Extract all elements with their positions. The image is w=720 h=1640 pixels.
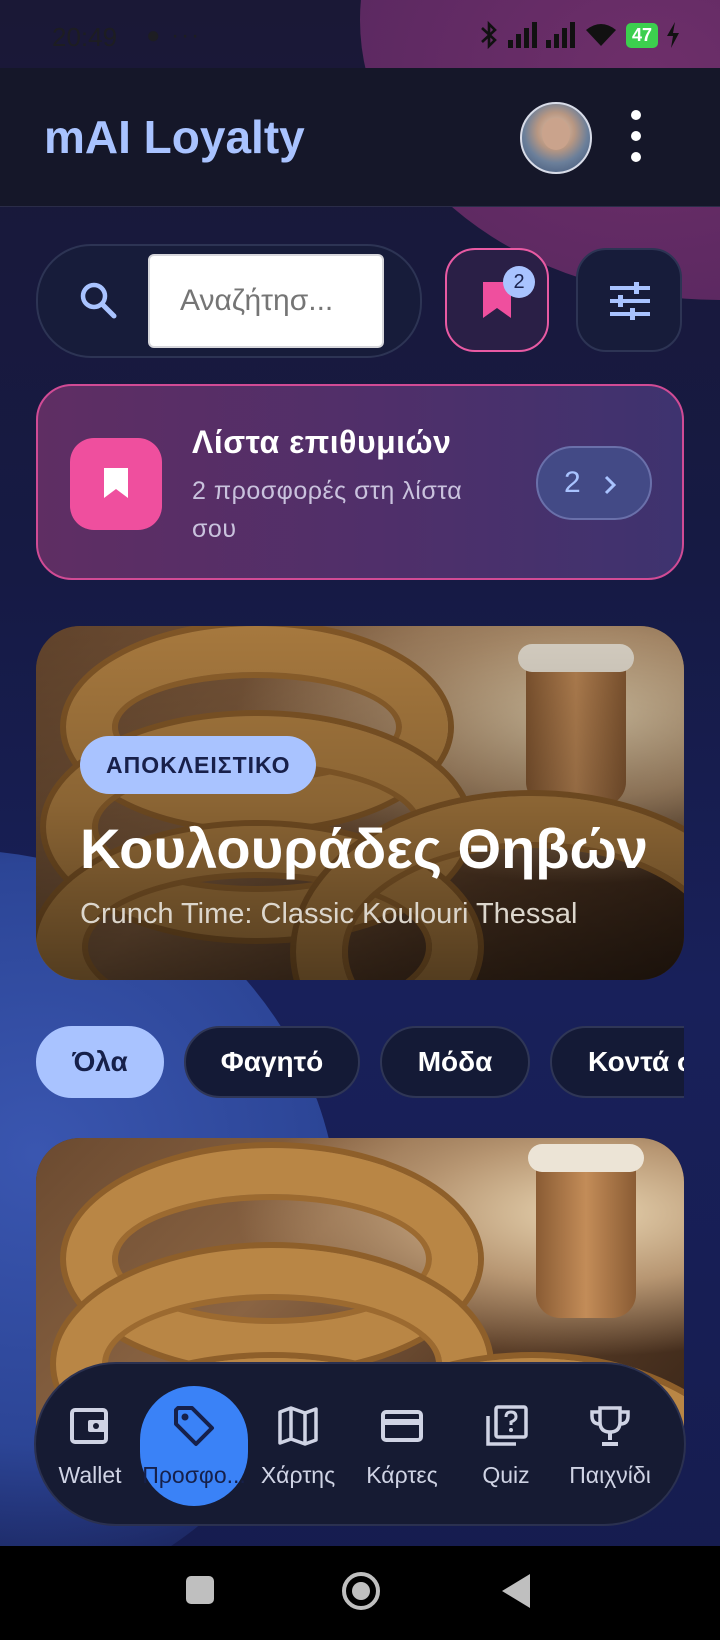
signal-icon-2 (545, 22, 575, 48)
status-time: 20:49 (52, 22, 118, 52)
coffee-cup-lid (528, 1144, 644, 1172)
credit-card-icon (381, 1410, 423, 1442)
bottom-navigation: Wallet Προσφο... Χάρτης Κάρτες Quiz Παιχ… (34, 1362, 686, 1526)
exclusive-badge: ΑΠΟΚΛΕΙΣΤΙΚΟ (80, 736, 317, 794)
wishlist-card[interactable]: Λίστα επιθυμιών 2 προσφορές στη λίστα σο… (36, 384, 684, 580)
tune-icon (610, 282, 650, 320)
nav-label: Προσφο... (142, 1462, 246, 1488)
back-button[interactable] (502, 1574, 530, 1608)
category-chips: Όλα Φαγητό Μόδα Κοντά σ (36, 1026, 684, 1102)
signal-icon (507, 22, 537, 48)
search-input[interactable] (148, 254, 384, 348)
offer-title: Κουλουράδες Θηβών (80, 817, 648, 880)
wallet-icon (70, 1408, 108, 1444)
chip-food[interactable]: Φαγητό (184, 1026, 360, 1098)
nav-label: Παιχνίδι (569, 1462, 651, 1488)
recents-button[interactable] (186, 1576, 214, 1604)
coffee-cup (536, 1158, 636, 1318)
wishlist-title: Λίστα επιθυμιών (192, 424, 452, 460)
battery-indicator: 47 (625, 22, 658, 48)
wishlist-icon-tile (70, 438, 162, 530)
status-right-icons: 47 (478, 20, 680, 50)
wishlist-count: 2 (564, 466, 581, 499)
more-vert-icon[interactable] (620, 110, 652, 162)
home-button[interactable] (342, 1572, 380, 1610)
chevron-right-icon (604, 475, 617, 495)
tag-icon (174, 1406, 214, 1446)
bluetooth-icon (481, 20, 497, 50)
search-icon[interactable] (78, 280, 118, 320)
wifi-icon (585, 24, 616, 46)
map-icon (278, 1406, 318, 1446)
nav-item-map[interactable]: Χάρτης (244, 1364, 352, 1524)
wishlist-count-button[interactable]: 2 (536, 446, 652, 520)
bookmarks-count-badge: 2 (503, 266, 535, 298)
avatar-face (542, 118, 570, 150)
nav-label: Quiz (482, 1462, 530, 1488)
bookmarks-button[interactable]: 2 (445, 248, 549, 352)
nav-item-quiz[interactable]: Quiz (452, 1364, 560, 1524)
notification-icons: ● ··· (146, 22, 202, 49)
offer-subtitle: Crunch Time: Classic Koulouri Thessal (80, 898, 578, 930)
user-avatar[interactable] (520, 102, 592, 174)
bookmark-icon (104, 468, 128, 498)
chip-fashion[interactable]: Μόδα (380, 1026, 530, 1098)
nav-label: Χάρτης (260, 1462, 336, 1488)
nav-item-game[interactable]: Παιχνίδι (556, 1364, 664, 1524)
featured-offer-card[interactable]: ΑΠΟΚΛΕΙΣΤΙΚΟ Κουλουράδες Θηβών Crunch Ti… (36, 626, 684, 980)
nav-item-cards[interactable]: Κάρτες (348, 1364, 456, 1524)
quiz-icon (486, 1405, 528, 1446)
status-bar: 20:49 ● ··· 47 (0, 0, 720, 68)
chip-all[interactable]: Όλα (36, 1026, 164, 1098)
nav-label: Wallet (58, 1462, 122, 1488)
trophy-icon (590, 1406, 630, 1446)
app-title: mAI Loyalty (44, 111, 305, 163)
chip-nearby[interactable]: Κοντά σ (550, 1026, 684, 1098)
filter-button[interactable] (576, 248, 682, 352)
wishlist-subtitle: 2 προσφορές στη λίστα σου (192, 477, 463, 543)
nav-label: Κάρτες (366, 1462, 438, 1488)
nav-item-wallet[interactable]: Wallet (36, 1364, 144, 1524)
nav-item-offers[interactable]: Προσφο... (140, 1364, 248, 1524)
charging-icon (667, 22, 679, 48)
search-bar (36, 244, 422, 358)
app-bar: mAI Loyalty (0, 68, 720, 207)
